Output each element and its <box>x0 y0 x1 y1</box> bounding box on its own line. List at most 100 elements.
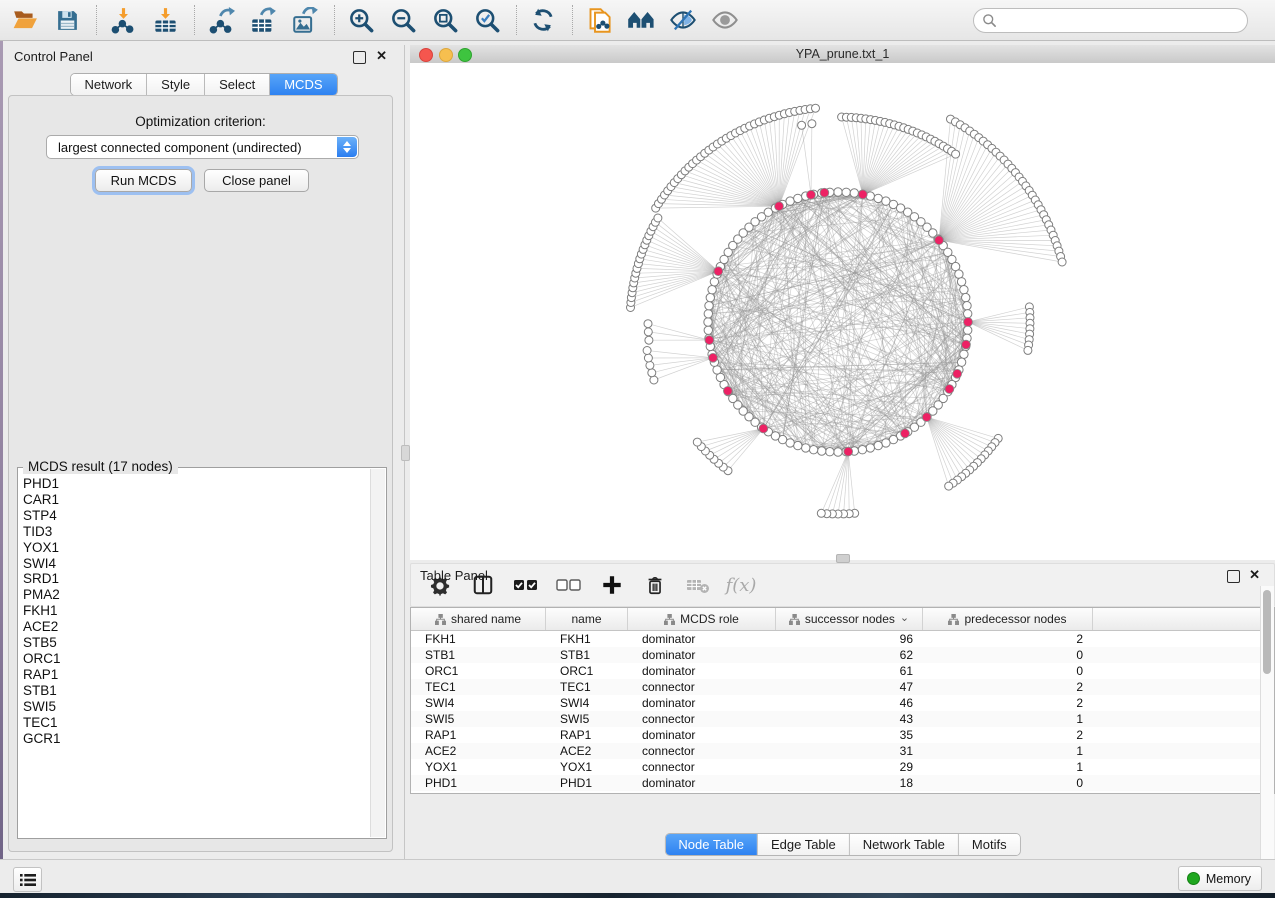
table-row[interactable]: FKH1FKH1dominator962 <box>411 631 1274 647</box>
refresh-icon[interactable] <box>528 5 558 35</box>
float-panel-icon[interactable] <box>353 51 366 64</box>
export-image-icon[interactable] <box>290 5 320 35</box>
tab-select[interactable]: Select <box>205 74 270 95</box>
mcds-result-item[interactable]: SWI5 <box>23 699 368 715</box>
network-node[interactable] <box>844 447 853 456</box>
network-node[interactable] <box>705 336 714 345</box>
task-history-button[interactable] <box>13 867 42 892</box>
network-node[interactable] <box>964 326 972 334</box>
column-header-name[interactable]: name <box>546 608 628 630</box>
network-node[interactable] <box>808 120 816 128</box>
network-node[interactable] <box>646 361 654 369</box>
network-node[interactable] <box>962 293 970 301</box>
search-network-icon[interactable] <box>626 5 656 35</box>
open-file-icon[interactable] <box>10 5 40 35</box>
network-node[interactable] <box>842 188 850 196</box>
column-header-successor-nodes[interactable]: successor nodes⌄ <box>776 608 923 630</box>
table-row[interactable]: STB1STB1dominator620 <box>411 647 1274 663</box>
mcds-result-item[interactable]: STB5 <box>23 635 368 651</box>
result-scrollbar[interactable] <box>370 469 385 837</box>
mcds-result-item[interactable]: YOX1 <box>23 540 368 556</box>
save-session-icon[interactable] <box>52 5 82 35</box>
mcds-result-item[interactable]: ORC1 <box>23 651 368 667</box>
network-node[interactable] <box>704 310 712 318</box>
run-mcds-button[interactable]: Run MCDS <box>95 169 192 192</box>
table-scrollbar[interactable] <box>1260 607 1274 794</box>
network-node[interactable] <box>882 439 890 447</box>
network-node[interactable] <box>817 509 825 517</box>
close-panel-button[interactable]: Close panel <box>204 169 309 192</box>
network-node[interactable] <box>704 326 712 334</box>
network-node[interactable] <box>713 366 721 374</box>
network-node[interactable] <box>866 444 874 452</box>
network-node[interactable] <box>710 278 718 286</box>
network-node[interactable] <box>644 320 652 328</box>
network-node[interactable] <box>1058 258 1066 266</box>
deselect-all-rows-icon[interactable] <box>556 572 582 598</box>
hide-details-icon[interactable] <box>668 5 698 35</box>
table-row[interactable]: SWI5SWI5connector431 <box>411 711 1274 727</box>
network-node[interactable] <box>960 350 968 358</box>
import-table-icon[interactable] <box>150 5 180 35</box>
table-row[interactable]: ACE2ACE2connector311 <box>411 743 1274 759</box>
zoom-in-icon[interactable] <box>346 5 376 35</box>
network-node[interactable] <box>794 441 802 449</box>
mcds-result-item[interactable]: CAR1 <box>23 492 368 508</box>
network-node[interactable] <box>834 448 842 456</box>
network-node[interactable] <box>723 387 732 396</box>
network-node[interactable] <box>858 446 866 454</box>
network-node[interactable] <box>874 194 882 202</box>
network-node[interactable] <box>809 446 817 454</box>
network-node[interactable] <box>794 194 802 202</box>
network-node[interactable] <box>922 413 931 422</box>
network-node[interactable] <box>708 286 716 294</box>
export-network-icon[interactable] <box>206 5 236 35</box>
network-node[interactable] <box>693 438 701 446</box>
create-column-icon[interactable] <box>599 572 625 598</box>
close-panel-icon[interactable]: ✕ <box>1249 569 1260 580</box>
table-row[interactable]: YOX1YOX1connector291 <box>411 759 1274 775</box>
network-node[interactable] <box>709 353 718 362</box>
network-node[interactable] <box>850 189 858 197</box>
network-node[interactable] <box>952 150 960 158</box>
mcds-result-item[interactable]: TEC1 <box>23 715 368 731</box>
zoom-fit-icon[interactable] <box>430 5 460 35</box>
tab-motifs[interactable]: Motifs <box>959 834 1020 855</box>
mcds-result-item[interactable]: ACE2 <box>23 619 368 635</box>
network-node[interactable] <box>962 340 971 349</box>
mcds-result-item[interactable]: SWI4 <box>23 556 368 572</box>
network-node[interactable] <box>648 369 656 377</box>
table-row[interactable]: ORC1ORC1dominator610 <box>411 663 1274 679</box>
network-window-titlebar[interactable]: YPA_prune.txt_1 <box>410 45 1275 64</box>
mcds-result-item[interactable]: RAP1 <box>23 667 368 683</box>
network-node[interactable] <box>705 302 713 310</box>
tab-mcds[interactable]: MCDS <box>270 74 336 95</box>
table-row[interactable]: TEC1TEC1connector472 <box>411 679 1274 695</box>
network-node[interactable] <box>1024 346 1032 354</box>
tab-network[interactable]: Network <box>70 74 147 95</box>
clone-network-icon[interactable] <box>584 5 614 35</box>
network-node[interactable] <box>935 236 944 245</box>
network-node[interactable] <box>643 347 651 355</box>
network-node[interactable] <box>812 104 820 112</box>
network-node[interactable] <box>775 202 784 211</box>
network-node[interactable] <box>945 482 953 490</box>
network-node[interactable] <box>953 369 962 378</box>
network-node[interactable] <box>964 310 972 318</box>
optimization-criterion-select[interactable]: largest connected component (undirected) <box>46 135 359 159</box>
network-node[interactable] <box>955 270 963 278</box>
import-network-icon[interactable] <box>108 5 138 35</box>
mcds-result-item[interactable]: TID3 <box>23 524 368 540</box>
memory-button[interactable]: Memory <box>1178 866 1262 891</box>
network-node[interactable] <box>644 328 652 336</box>
tab-edge-table[interactable]: Edge Table <box>758 834 850 855</box>
network-node[interactable] <box>901 429 910 438</box>
tab-network-table[interactable]: Network Table <box>850 834 959 855</box>
vertical-splitter-handle[interactable] <box>836 554 850 563</box>
table-row[interactable]: RAP1RAP1dominator352 <box>411 727 1274 743</box>
network-node[interactable] <box>786 197 794 205</box>
column-header-predecessor-nodes[interactable]: predecessor nodes <box>923 608 1093 630</box>
mcds-result-item[interactable]: STB1 <box>23 683 368 699</box>
network-node[interactable] <box>874 441 882 449</box>
table-scrollbar-thumb[interactable] <box>1263 607 1271 674</box>
